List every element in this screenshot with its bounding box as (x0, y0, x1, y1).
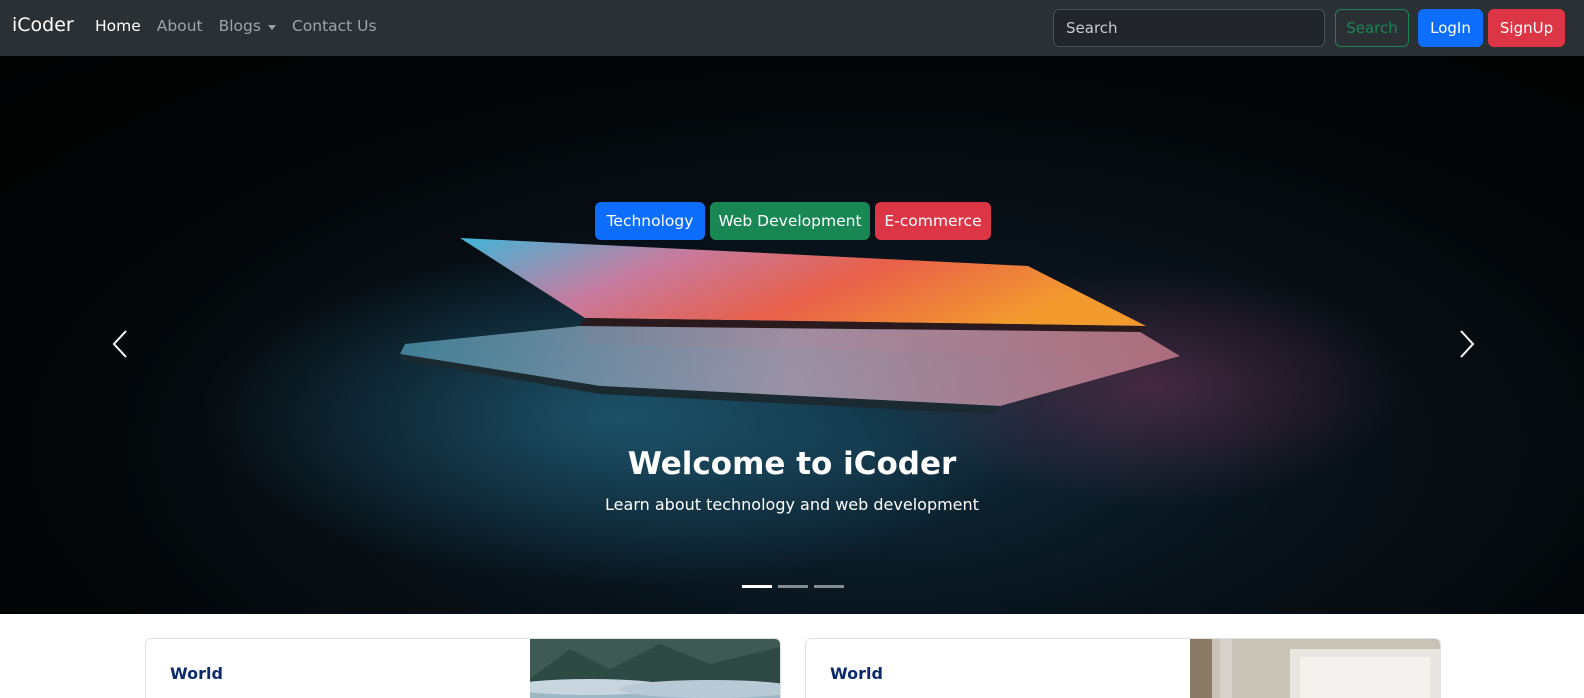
ecommerce-button[interactable]: E-commerce (875, 202, 991, 240)
carousel-indicator-1[interactable] (742, 585, 772, 588)
carousel-caption: Welcome to iCoder Learn about technology… (0, 446, 1584, 514)
nav-about[interactable]: About (157, 17, 203, 35)
nav-blogs-dropdown[interactable]: Blogs (219, 17, 276, 35)
card-image-window (1190, 639, 1440, 698)
hero-subtitle: Learn about technology and web developme… (605, 495, 979, 514)
search-input[interactable] (1053, 9, 1325, 47)
chevron-left-icon (112, 330, 127, 358)
card-image-mountains (530, 639, 780, 698)
web-development-button[interactable]: Web Development (710, 202, 870, 240)
featured-card-2: World (805, 638, 1441, 698)
carousel-prev-button[interactable] (100, 314, 140, 374)
card-category: World (170, 664, 223, 683)
login-button[interactable]: LogIn (1418, 9, 1483, 47)
nav-links: Home About Blogs Contact Us (95, 17, 393, 35)
nav-contact[interactable]: Contact Us (292, 17, 377, 35)
caret-down-icon (267, 24, 276, 30)
signup-button[interactable]: SignUp (1488, 9, 1565, 47)
carousel-next-button[interactable] (1447, 314, 1487, 374)
card-category: World (830, 664, 883, 683)
carousel-indicator-3[interactable] (814, 585, 844, 588)
technology-button[interactable]: Technology (595, 202, 705, 240)
nav-home[interactable]: Home (95, 17, 141, 35)
search-button[interactable]: Search (1335, 9, 1409, 47)
brand-logo[interactable]: iCoder (12, 14, 74, 36)
carousel-indicators (742, 585, 850, 588)
featured-card-1: World (145, 638, 781, 698)
nav-blogs-label: Blogs (218, 17, 261, 35)
laptop-image (200, 238, 1410, 586)
hero-buttons: Technology Web Development E-commerce (595, 202, 996, 240)
hero-title: Welcome to iCoder (627, 446, 957, 482)
navbar: iCoder Home About Blogs Contact Us Searc… (0, 0, 1584, 56)
chevron-right-icon (1460, 330, 1475, 358)
hero-carousel: Welcome to iCoder Learn about technology… (0, 56, 1584, 614)
carousel-indicator-2[interactable] (778, 585, 808, 588)
